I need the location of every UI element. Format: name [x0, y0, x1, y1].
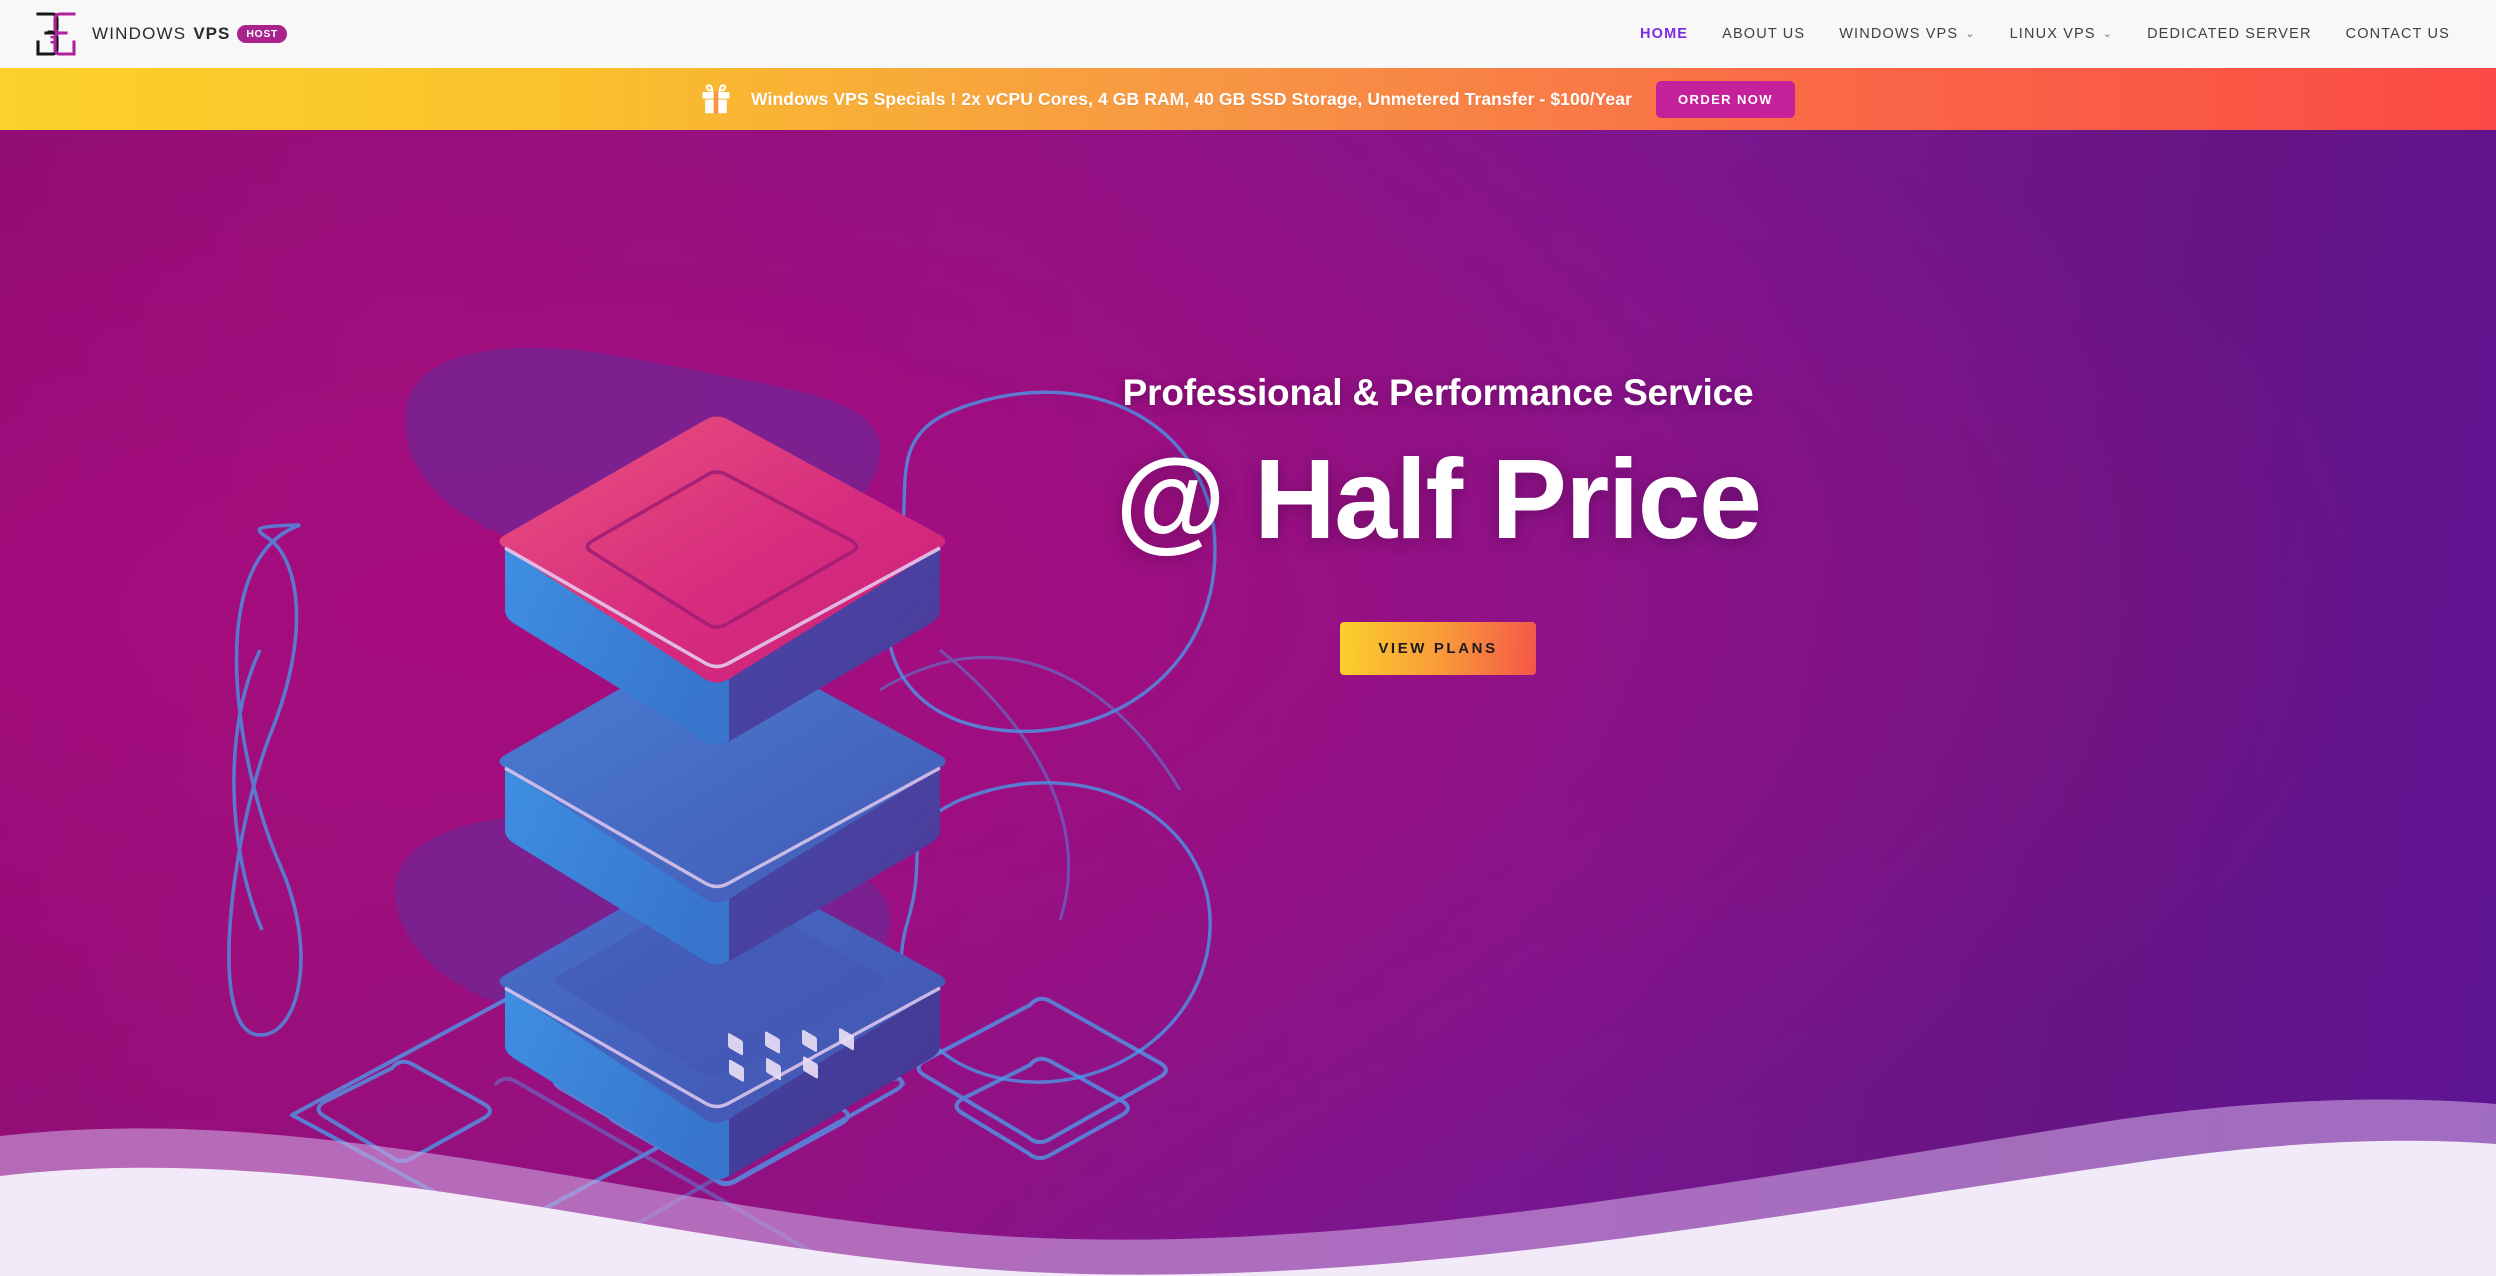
brand-name-light: WINDOWS [92, 24, 187, 43]
brand-name-bold: VPS [193, 24, 231, 43]
nav-item-linux-vps[interactable]: LINUX VPS ⌄ [2010, 26, 2113, 42]
nav-item-dedicated-server[interactable]: DEDICATED SERVER [2147, 26, 2312, 42]
nav-label: WINDOWS VPS [1839, 26, 1959, 42]
nav-label: DEDICATED SERVER [2147, 26, 2312, 42]
nav-item-windows-vps[interactable]: WINDOWS VPS ⌄ [1839, 26, 1975, 42]
main-navigation: HOME ABOUT US WINDOWS VPS ⌄ LINUX VPS ⌄ … [1640, 26, 2458, 42]
nav-item-about-us[interactable]: ABOUT US [1722, 26, 1805, 42]
order-now-button[interactable]: ORDER NOW [1656, 80, 1795, 118]
nav-item-contact-us[interactable]: CONTACT US [2346, 26, 2450, 42]
promo-text: Windows VPS Specials ! 2x vCPU Cores, 4 … [751, 88, 1633, 109]
hero-background-illustration [227, 347, 1217, 1276]
site-header: WINDOWS VPS HOST HOME ABOUT US WINDOWS VP… [0, 0, 2496, 68]
hero-kicker: Professional & Performance Service [1122, 372, 1754, 413]
nav-label: CONTACT US [2345, 26, 2450, 42]
gift-icon [701, 83, 731, 115]
chevron-down-icon: ⌄ [2102, 27, 2114, 40]
brand-wordmark: WINDOWS VPS HOST [92, 24, 287, 44]
view-plans-button[interactable]: VIEW PLANS [1340, 621, 1536, 675]
promo-banner: Windows VPS Specials ! 2x vCPU Cores, 4 … [0, 68, 2496, 130]
chevron-down-icon: ⌄ [1965, 27, 1976, 40]
nav-label: ABOUT US [1722, 26, 1806, 42]
interlocking-brackets-logo-icon [34, 10, 78, 58]
nav-label: LINUX VPS [2009, 26, 2096, 42]
nav-item-home[interactable]: HOME [1640, 26, 1688, 42]
hero-copy: Professional & Performance Service @ Hal… [888, 372, 1988, 675]
promo-banner-content: Windows VPS Specials ! 2x vCPU Cores, 4 … [701, 80, 1795, 118]
brand-logo[interactable]: WINDOWS VPS HOST [34, 10, 287, 58]
brand-host-pill: HOST [237, 25, 287, 43]
hero-section: Professional & Performance Service @ Hal… [0, 130, 2496, 1276]
hero-title: @ Half Price [1115, 436, 1762, 562]
nav-label: HOME [1640, 26, 1689, 42]
